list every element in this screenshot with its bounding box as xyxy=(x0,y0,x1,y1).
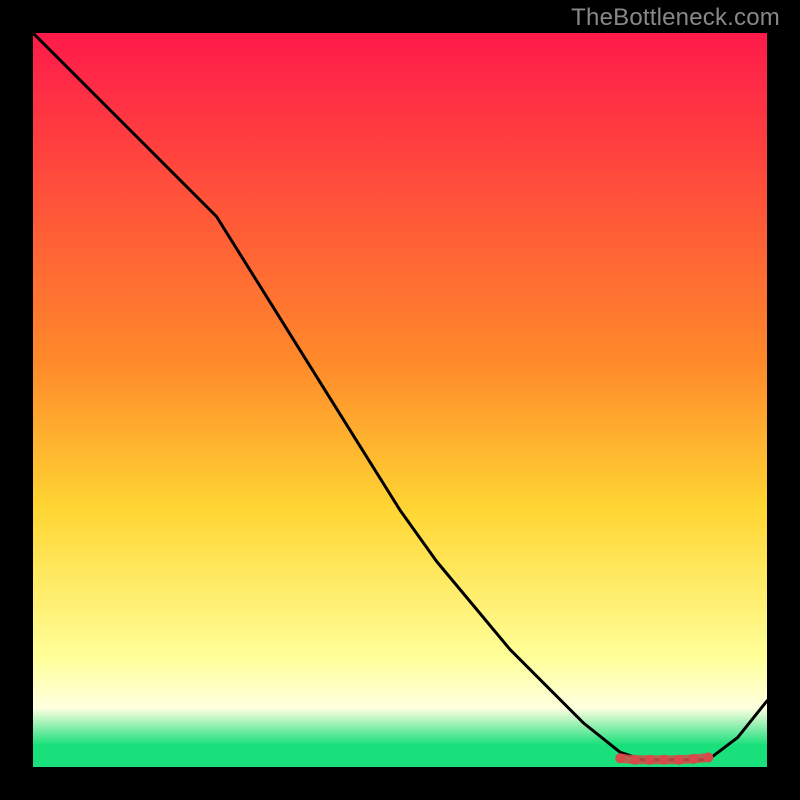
optimal-zone-marker xyxy=(703,753,713,763)
optimal-zone-marker xyxy=(645,755,655,765)
optimal-zone-marker xyxy=(689,754,699,764)
optimal-zone-marker xyxy=(615,753,625,763)
watermark-text: TheBottleneck.com xyxy=(571,4,780,32)
plot-area xyxy=(33,33,767,767)
chart-svg xyxy=(33,33,767,767)
optimal-zone-marker xyxy=(674,755,684,765)
optimal-zone-marker xyxy=(659,755,669,765)
optimal-zone-marker xyxy=(630,755,640,765)
chart-frame: TheBottleneck.com xyxy=(0,0,800,800)
